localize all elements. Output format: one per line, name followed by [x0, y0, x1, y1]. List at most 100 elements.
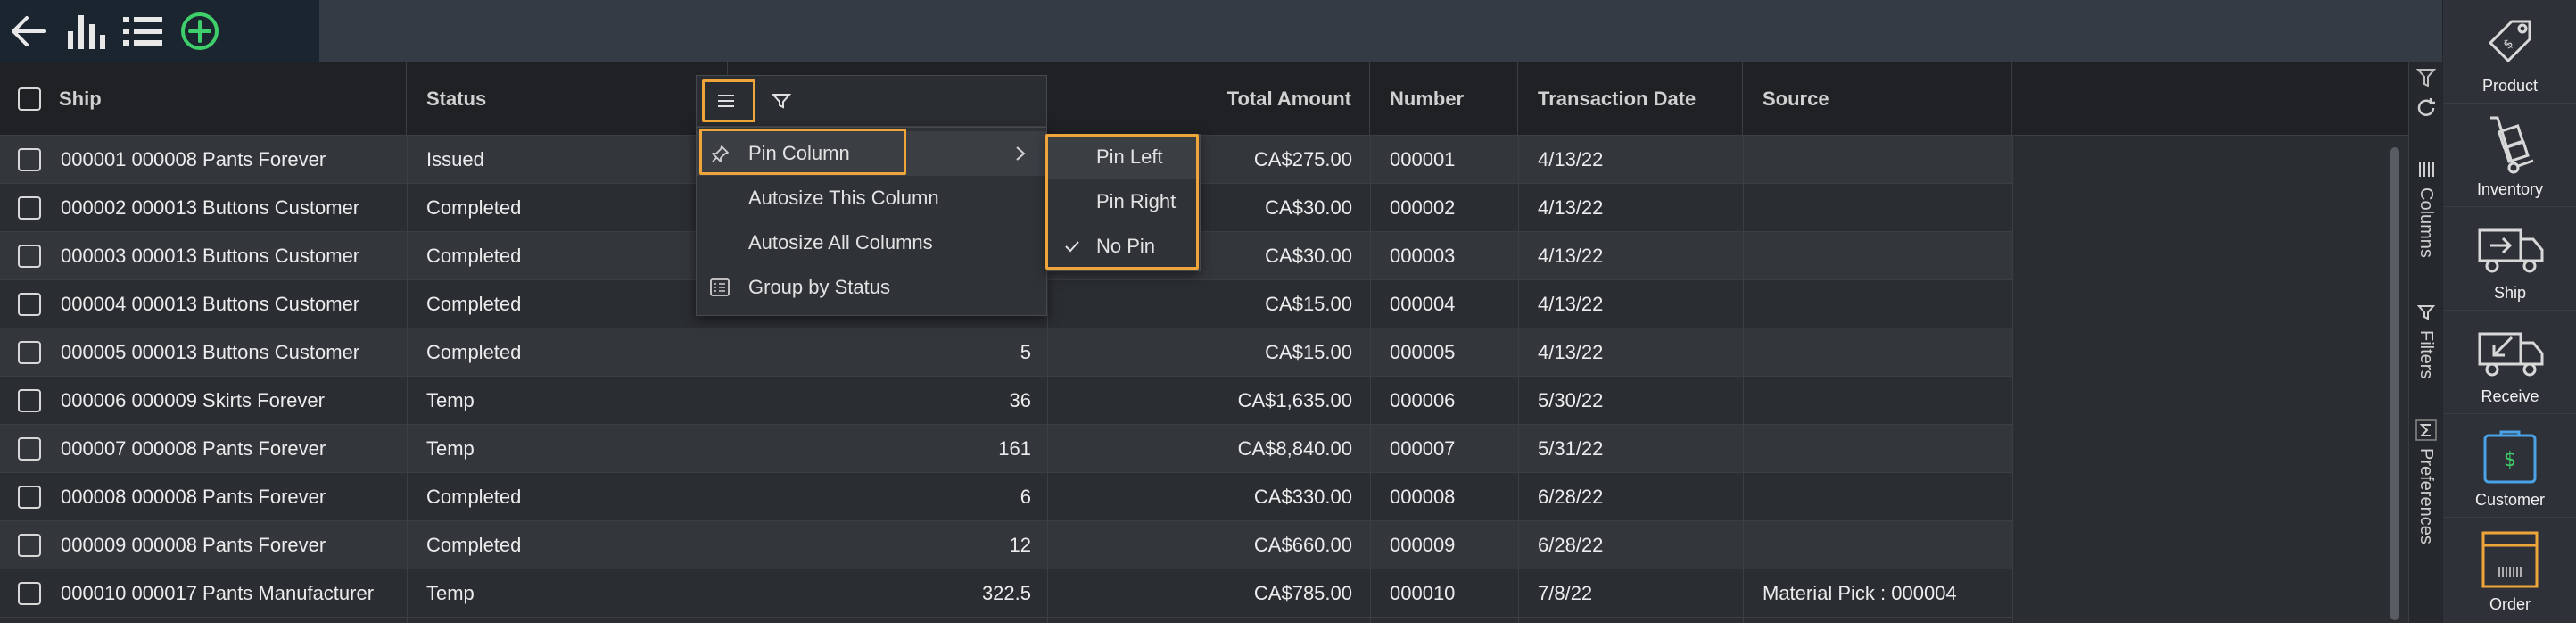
header-number[interactable]: Number — [1370, 62, 1518, 136]
cell-status: Issued — [426, 148, 484, 170]
cell-transaction-date: 4/13/22 — [1538, 293, 1604, 315]
cell-transaction-date: 6/28/22 — [1538, 486, 1604, 508]
column-divider — [1743, 136, 1744, 623]
filter-clear-icon[interactable] — [2415, 66, 2437, 89]
nav-product[interactable]: $ Product — [2443, 0, 2576, 104]
truck-outgoing-icon — [2478, 228, 2544, 273]
nav-inventory[interactable]: Inventory — [2443, 104, 2576, 207]
cell-ship: 000008 000008 Pants Forever — [61, 486, 326, 508]
cell-source — [1763, 521, 2009, 569]
cell-total-amount: CA$785.00 — [1253, 582, 1352, 604]
cell-number: 000004 — [1390, 293, 1456, 315]
list-button[interactable] — [118, 6, 168, 56]
nav-customer[interactable]: $ Customer — [2443, 414, 2576, 518]
row-checkbox[interactable] — [18, 582, 41, 605]
cell-source — [1763, 280, 2009, 328]
cell-quantity: 36 — [1009, 389, 1031, 411]
header-transaction-date-label: Transaction Date — [1538, 87, 1697, 110]
row-checkbox[interactable] — [18, 196, 41, 220]
submenu-item-pin-right[interactable]: Pin Right — [1048, 179, 1200, 224]
vertical-scrollbar[interactable] — [2390, 147, 2399, 620]
header-transaction-date[interactable]: Transaction Date — [1518, 62, 1743, 136]
header-total-amount[interactable]: Total Amount — [1047, 62, 1370, 136]
select-all-checkbox[interactable] — [18, 87, 41, 111]
cell-transaction-date: 4/13/22 — [1538, 196, 1604, 219]
cell-ship: 000006 000009 Skirts Forever — [61, 389, 325, 411]
cell-quantity: 12 — [1009, 534, 1031, 556]
cell-select — [18, 184, 54, 232]
row-checkbox[interactable] — [18, 389, 41, 412]
hand-truck-icon — [2490, 116, 2534, 174]
cell-total-amount: CA$1,635.00 — [1237, 389, 1352, 411]
menu-item-pin-column[interactable]: Pin Column — [697, 131, 1046, 176]
header-status-label: Status — [426, 87, 487, 110]
grid-header: Ship Status Total Amount Number Transact… — [0, 62, 2408, 136]
cell-number: 000006 — [1390, 389, 1456, 411]
cell-number: 000009 — [1390, 534, 1456, 556]
menu-tab-filter[interactable] — [761, 81, 802, 120]
cell-source — [1763, 328, 2009, 377]
table-row[interactable]: 000006 000009 Skirts Forever Temp 36 CA$1,6… — [0, 377, 2012, 425]
pin-submenu: Pin Left Pin Right No Pin — [1047, 134, 1201, 271]
back-arrow-icon — [12, 16, 46, 46]
table-row[interactable]: 000005 000013 Buttons Customer Completed 5… — [0, 328, 2012, 377]
cell-status: Completed — [426, 293, 522, 315]
chart-button[interactable] — [61, 6, 111, 56]
table-row[interactable]: 000010 000017 Pants Manufacturer Temp 322.… — [0, 569, 2012, 618]
column-menu: Pin Column Autosize This Column Autosize… — [696, 127, 1047, 316]
table-row[interactable]: 000008 000008 Pants Forever Completed 6 CA$… — [0, 473, 2012, 521]
row-checkbox[interactable] — [18, 245, 41, 268]
cell-select — [18, 473, 54, 521]
row-checkbox[interactable] — [18, 486, 41, 509]
top-toolbar — [0, 0, 319, 62]
nav-receive-label: Receive — [2481, 387, 2539, 405]
menu-item-group-by-status[interactable]: Group by Status — [697, 265, 1046, 310]
row-checkbox[interactable] — [18, 437, 41, 461]
submenu-item-pin-left-label: Pin Left — [1096, 145, 1163, 168]
row-checkbox[interactable] — [18, 534, 41, 557]
refresh-icon[interactable] — [2415, 96, 2438, 120]
cell-number: 000001 — [1390, 148, 1456, 170]
cell-source — [1763, 473, 2009, 521]
row-checkbox[interactable] — [18, 293, 41, 316]
nav-order[interactable]: Order — [2443, 518, 2576, 621]
nav-product-label: Product — [2481, 77, 2539, 95]
cell-source — [1763, 425, 2009, 473]
menu-tab-general[interactable] — [706, 81, 747, 120]
nav-ship-label: Ship — [2493, 284, 2527, 302]
column-menu-header — [696, 75, 1047, 127]
add-circle-icon — [181, 12, 219, 50]
column-divider — [407, 136, 408, 623]
cell-status: Temp — [426, 582, 475, 604]
nav-order-label: Order — [2489, 595, 2531, 613]
header-total-amount-label: Total Amount — [1226, 87, 1351, 110]
row-checkbox[interactable] — [18, 148, 41, 171]
app-root: Ship Status Total Amount Number Transact… — [0, 0, 2576, 623]
back-button[interactable] — [4, 6, 54, 56]
column-divider — [2012, 136, 2013, 623]
price-tag-icon: $ — [2489, 20, 2531, 62]
header-ship[interactable]: Ship — [0, 62, 407, 136]
cell-ship: 000004 000013 Buttons Customer — [61, 293, 360, 315]
nav-receive[interactable]: Receive — [2443, 311, 2576, 414]
cell-ship: 000009 000008 Pants Forever — [61, 534, 326, 556]
cell-source — [1763, 136, 2009, 184]
menu-item-autosize-all-columns[interactable]: Autosize All Columns — [697, 220, 1046, 265]
tab-preferences[interactable]: Preferences — [2409, 419, 2443, 623]
submenu-item-pin-left[interactable]: Pin Left — [1048, 135, 1200, 179]
nav-ship[interactable]: Ship — [2443, 207, 2576, 311]
cell-select — [18, 280, 54, 328]
add-button[interactable] — [175, 6, 225, 56]
table-row[interactable]: 000007 000008 Pants Forever Temp 161 CA$8,8… — [0, 425, 2012, 473]
nav-inventory-label: Inventory — [2476, 180, 2544, 198]
side-panel-strip: Columns Filters Preferences — [2408, 62, 2442, 623]
header-source[interactable]: Source — [1743, 62, 2012, 136]
submenu-item-no-pin[interactable]: No Pin — [1048, 224, 1200, 269]
sigma-icon — [2415, 419, 2437, 441]
row-checkbox[interactable] — [18, 341, 41, 364]
cell-total-amount: CA$15.00 — [1265, 341, 1352, 363]
table-row[interactable]: 000009 000008 Pants Forever Completed 12 CA… — [0, 521, 2012, 569]
header-status[interactable]: Status — [407, 62, 728, 136]
checkmark-icon — [1065, 241, 1079, 253]
menu-item-autosize-this-column[interactable]: Autosize This Column — [697, 176, 1046, 220]
